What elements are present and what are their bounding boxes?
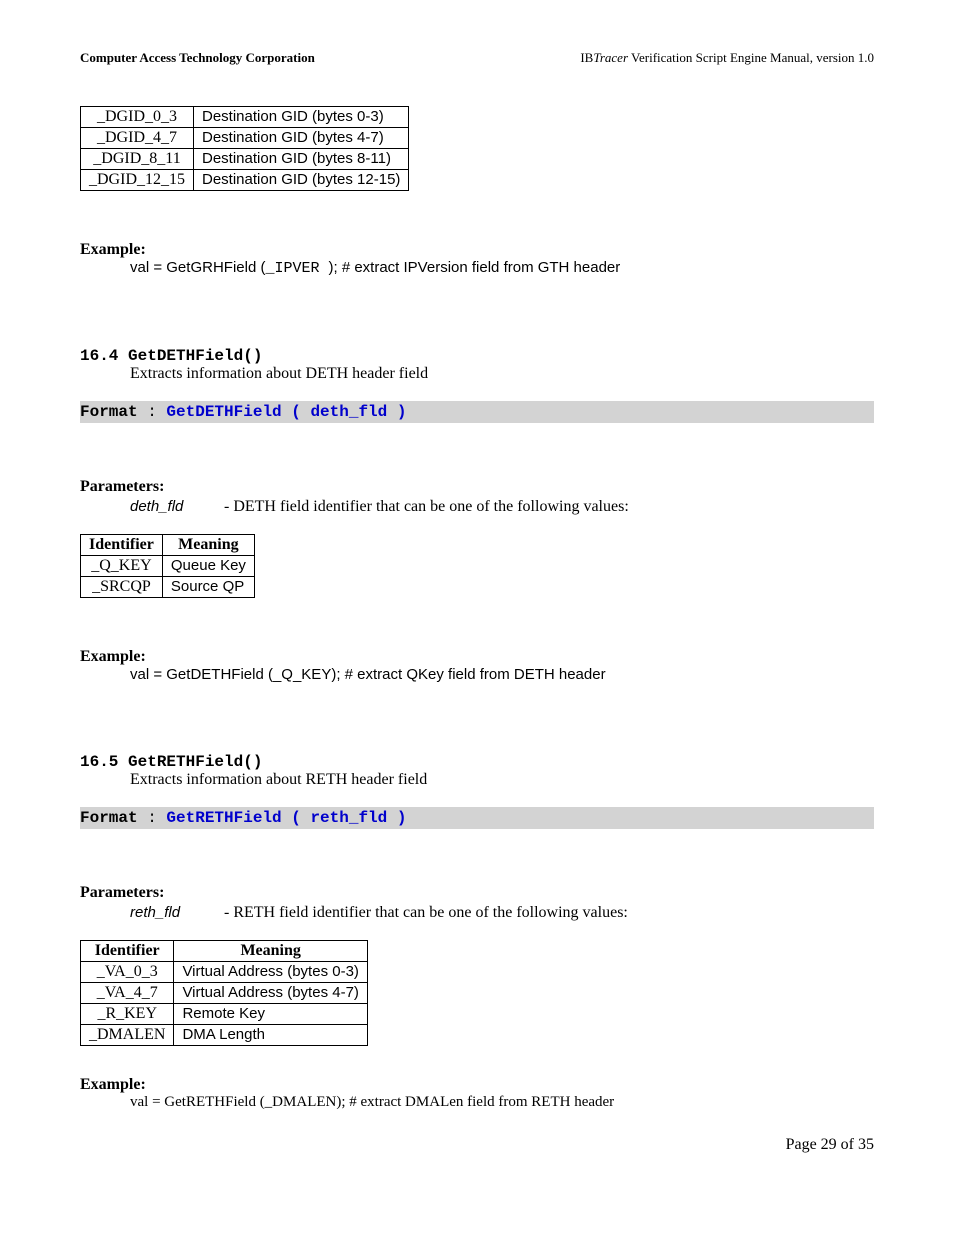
param-name: deth_fld — [130, 498, 220, 515]
param-desc: - RETH field identifier that can be one … — [224, 904, 628, 921]
deth-table: Identifier Meaning _Q_KEY Queue Key _SRC… — [80, 534, 255, 598]
format-colon: : — [147, 403, 166, 421]
table-row: _DGID_8_11 Destination GID (bytes 8-11) — [81, 149, 409, 170]
identifier-cell: _DMALEN — [81, 1025, 174, 1046]
identifier-header: Identifier — [81, 941, 174, 962]
header-right-italic: Tracer — [593, 50, 628, 65]
table-row: _R_KEY Remote Key — [81, 1004, 368, 1025]
meaning-cell: Destination GID (bytes 8-11) — [194, 149, 409, 170]
param-row: deth_fld - DETH field identifier that ca… — [130, 498, 874, 516]
section-heading: 16.4 GetDETHField() — [80, 347, 874, 365]
section-desc: Extracts information about RETH header f… — [130, 771, 874, 789]
header-left: Computer Access Technology Corporation — [80, 50, 315, 66]
meaning-cell: Queue Key — [162, 556, 254, 577]
table-header-row: Identifier Meaning — [81, 535, 255, 556]
identifier-cell: _VA_4_7 — [81, 983, 174, 1004]
table-row: _Q_KEY Queue Key — [81, 556, 255, 577]
meaning-cell: Destination GID (bytes 4-7) — [194, 128, 409, 149]
identifier-cell: _VA_0_3 — [81, 962, 174, 983]
example-prefix: val = GetGRHField ( — [130, 259, 265, 276]
example-label: Example: — [80, 648, 874, 666]
meaning-cell: Virtual Address (bytes 4-7) — [174, 983, 367, 1004]
meaning-cell: Destination GID (bytes 0-3) — [194, 107, 409, 128]
section-desc: Extracts information about DETH header f… — [130, 365, 874, 383]
example-code: val = GetGRHField (_IPVER ); # extract I… — [130, 259, 874, 277]
meaning-cell: Remote Key — [174, 1004, 367, 1025]
meaning-cell: DMA Length — [174, 1025, 367, 1046]
reth-table: Identifier Meaning _VA_0_3 Virtual Addre… — [80, 940, 368, 1046]
table-row: _VA_4_7 Virtual Address (bytes 4-7) — [81, 983, 368, 1004]
format-function: GetRETHField ( reth_fld ) — [166, 809, 406, 827]
param-row: reth_fld - RETH field identifier that ca… — [130, 904, 874, 922]
page-header: Computer Access Technology Corporation I… — [80, 50, 874, 66]
format-keyword: Format — [80, 809, 147, 827]
table-row: _DGID_12_15 Destination GID (bytes 12-15… — [81, 170, 409, 191]
format-bar: Format : GetRETHField ( reth_fld ) — [80, 807, 874, 829]
param-desc: - DETH field identifier that can be one … — [224, 498, 629, 515]
page-footer: Page 29 of 35 — [80, 1136, 874, 1154]
meaning-header: Meaning — [162, 535, 254, 556]
identifier-header: Identifier — [81, 535, 163, 556]
identifier-cell: _DGID_8_11 — [81, 149, 194, 170]
example-code: val = GetRETHField (_DMALEN); # extract … — [130, 1094, 874, 1111]
parameters-label: Parameters: — [80, 478, 874, 496]
table-header-row: Identifier Meaning — [81, 941, 368, 962]
identifier-cell: _DGID_0_3 — [81, 107, 194, 128]
example-label: Example: — [80, 241, 874, 259]
table-row: _DMALEN DMA Length — [81, 1025, 368, 1046]
identifier-cell: _SRCQP — [81, 577, 163, 598]
meaning-cell: Virtual Address (bytes 0-3) — [174, 962, 367, 983]
format-keyword: Format — [80, 403, 147, 421]
table-row: _VA_0_3 Virtual Address (bytes 0-3) — [81, 962, 368, 983]
table-row: _DGID_4_7 Destination GID (bytes 4-7) — [81, 128, 409, 149]
param-name: reth_fld — [130, 904, 220, 921]
header-right-suffix: Verification Script Engine Manual, versi… — [628, 50, 874, 65]
table-row: _DGID_0_3 Destination GID (bytes 0-3) — [81, 107, 409, 128]
header-right: IBTracer Verification Script Engine Manu… — [580, 50, 874, 66]
format-bar: Format : GetDETHField ( deth_fld ) — [80, 401, 874, 423]
parameters-label: Parameters: — [80, 884, 874, 902]
meaning-cell: Source QP — [162, 577, 254, 598]
meaning-header: Meaning — [174, 941, 367, 962]
identifier-cell: _Q_KEY — [81, 556, 163, 577]
identifier-cell: _R_KEY — [81, 1004, 174, 1025]
meaning-cell: Destination GID (bytes 12-15) — [194, 170, 409, 191]
format-colon: : — [147, 809, 166, 827]
identifier-cell: _DGID_12_15 — [81, 170, 194, 191]
dgid-table: _DGID_0_3 Destination GID (bytes 0-3) _D… — [80, 106, 409, 191]
section-16-5: 16.5 GetRETHField() Extracts information… — [80, 753, 874, 1111]
section-heading: 16.5 GetRETHField() — [80, 753, 874, 771]
example-suffix: ); # extract IPVersion field from GTH he… — [328, 259, 620, 276]
section-16-4: 16.4 GetDETHField() Extracts information… — [80, 347, 874, 683]
example-code: val = GetDETHField (_Q_KEY); # extract Q… — [130, 666, 874, 683]
table-row: _SRCQP Source QP — [81, 577, 255, 598]
example-label: Example: — [80, 1076, 874, 1094]
example-mono: _IPVER — [265, 260, 328, 277]
header-right-prefix: IB — [580, 50, 593, 65]
format-function: GetDETHField ( deth_fld ) — [166, 403, 406, 421]
identifier-cell: _DGID_4_7 — [81, 128, 194, 149]
